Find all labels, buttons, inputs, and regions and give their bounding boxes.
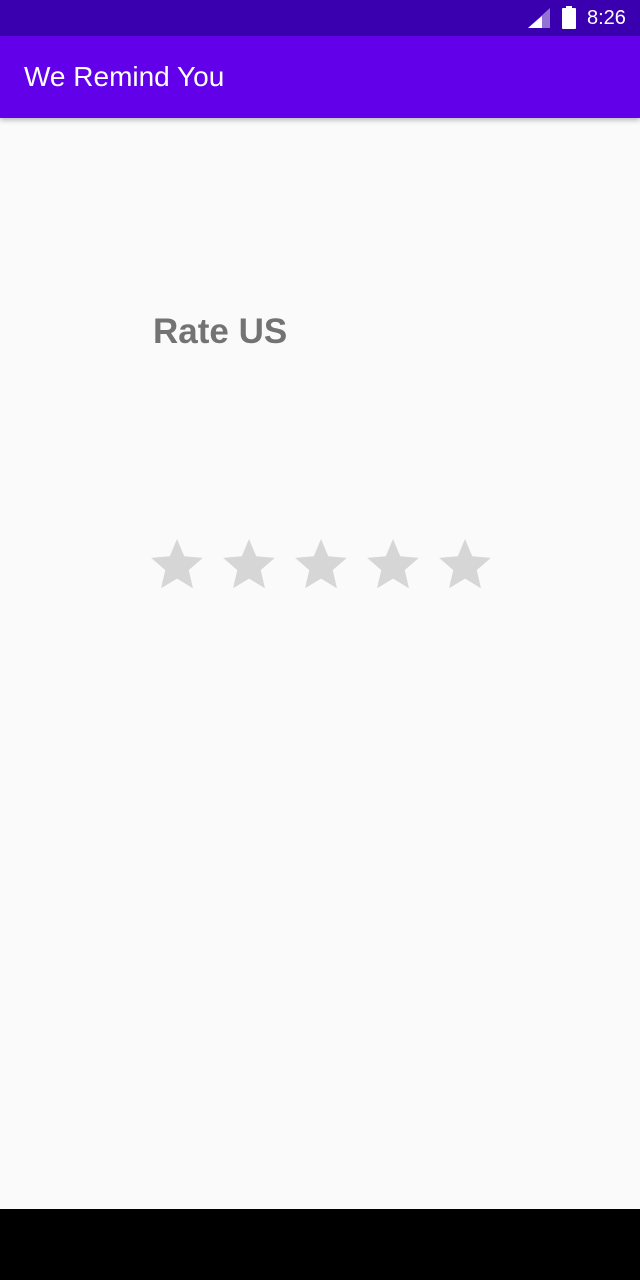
star-icon[interactable] bbox=[218, 534, 280, 596]
app-bar: We Remind You bbox=[0, 36, 640, 118]
star-icon[interactable] bbox=[146, 534, 208, 596]
main-content: Rate US bbox=[0, 118, 640, 1209]
status-time: 8:26 bbox=[587, 7, 626, 29]
battery-icon bbox=[562, 6, 576, 29]
signal-icon bbox=[528, 8, 550, 28]
rating-bar[interactable] bbox=[146, 534, 496, 598]
rate-us-heading: Rate US bbox=[153, 312, 288, 351]
star-icon[interactable] bbox=[362, 534, 424, 596]
status-bar: 8:26 bbox=[0, 0, 640, 36]
star-icon[interactable] bbox=[434, 534, 496, 596]
navigation-bar bbox=[0, 1209, 640, 1280]
app-title: We Remind You bbox=[24, 61, 225, 92]
star-icon[interactable] bbox=[290, 534, 352, 596]
